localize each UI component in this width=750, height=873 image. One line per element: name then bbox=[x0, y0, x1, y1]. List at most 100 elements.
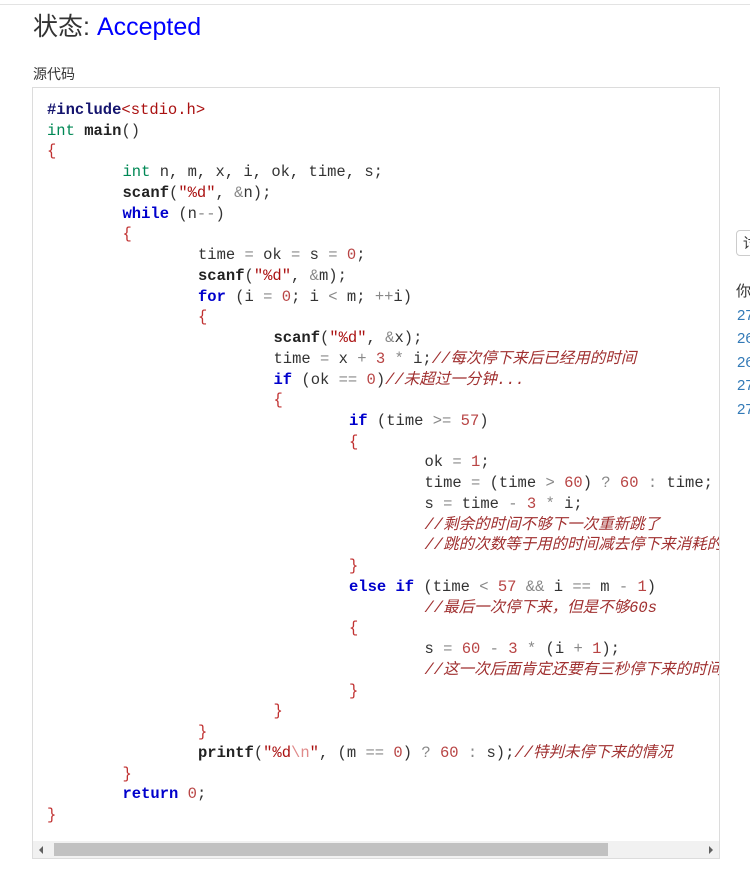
sidebar-link[interactable]: 26 bbox=[737, 351, 750, 374]
code-text: (time bbox=[414, 577, 480, 596]
number-literal: 0 bbox=[393, 743, 403, 762]
code-line: } bbox=[47, 764, 719, 785]
code-text: ; bbox=[196, 785, 207, 804]
header-name: <stdio.h> bbox=[121, 101, 206, 119]
comment: //每次停下来后已经用的时间 bbox=[431, 349, 637, 368]
comment: //特判未停下来的情况 bbox=[514, 743, 673, 762]
operator: = bbox=[328, 246, 338, 265]
sidebar-link[interactable]: 27 bbox=[737, 304, 750, 327]
operator: & bbox=[309, 266, 319, 285]
code-text: time bbox=[452, 494, 509, 513]
code-line: { bbox=[47, 307, 719, 328]
operator: >= bbox=[432, 412, 452, 431]
code-text: i) bbox=[393, 287, 413, 306]
code-text: ) bbox=[375, 370, 386, 389]
brace: } bbox=[349, 681, 359, 700]
horizontal-scrollbar[interactable] bbox=[33, 841, 719, 858]
code-line: time = (time > 60) ? 60 : time; bbox=[47, 473, 719, 494]
operator: -- bbox=[196, 204, 216, 223]
code-text: ok bbox=[424, 453, 453, 472]
code-line: //这一次后面肯定还要有三秒停下来的时间 bbox=[47, 660, 720, 681]
code-text: ; bbox=[356, 246, 366, 265]
brace: } bbox=[198, 723, 208, 742]
brace: { bbox=[198, 308, 208, 327]
scroll-left-button[interactable] bbox=[33, 841, 50, 858]
code-line: time = x + 3 * i;//每次停下来后已经用的时间 bbox=[47, 349, 719, 370]
code-line: s = 60 - 3 * (i + 1); bbox=[47, 639, 719, 660]
code-text: ) bbox=[402, 743, 422, 762]
code-text: s); bbox=[477, 743, 515, 762]
code-line: //剩余的时间不够下一次重新跳了 bbox=[47, 515, 719, 536]
code-text: ( bbox=[320, 329, 330, 348]
code-text: i; bbox=[403, 349, 432, 368]
preprocessor-directive: #include bbox=[47, 101, 122, 119]
comment: //未超过一分钟... bbox=[385, 370, 525, 389]
code-line: } bbox=[47, 701, 719, 722]
submission-status: 状态: Accepted bbox=[33, 11, 201, 43]
sidebar-link[interactable]: 26 bbox=[737, 327, 750, 350]
scrollbar-thumb[interactable] bbox=[54, 843, 608, 856]
code-text: ) bbox=[646, 577, 657, 596]
sidebar-heading: 你 bbox=[736, 283, 750, 300]
scrollbar-track[interactable] bbox=[50, 841, 702, 858]
operator: - bbox=[489, 640, 499, 659]
operator: + bbox=[357, 349, 367, 368]
operator: == bbox=[572, 577, 591, 596]
control-keyword: else if bbox=[349, 577, 415, 596]
code-text: , bbox=[215, 183, 235, 202]
code-line: { bbox=[47, 224, 719, 245]
operator: * bbox=[545, 494, 555, 513]
code-text: x); bbox=[394, 329, 423, 348]
code-line: time = ok = s = 0; bbox=[47, 245, 719, 266]
code-line: ok = 1; bbox=[47, 452, 719, 473]
number-literal: 0 bbox=[346, 246, 357, 265]
brace: { bbox=[122, 225, 132, 244]
comment: //最后一次停下来，但是不够60s bbox=[424, 598, 658, 617]
operator: ? bbox=[421, 743, 431, 762]
code-text: i bbox=[544, 577, 573, 596]
code-text: m; bbox=[337, 287, 375, 306]
brace: { bbox=[349, 432, 359, 451]
operator: = bbox=[244, 246, 254, 265]
sidebar-link[interactable]: 27 bbox=[737, 398, 750, 421]
type-keyword: int bbox=[122, 163, 151, 182]
code-line: //最后一次停下来，但是不够60s bbox=[47, 598, 719, 619]
comment: //这一次后面肯定还要有三秒停下来的时间 bbox=[424, 660, 720, 679]
scroll-right-button[interactable] bbox=[702, 841, 719, 858]
brace: } bbox=[273, 702, 283, 721]
status-value[interactable]: Accepted bbox=[97, 13, 201, 41]
code-text: time; bbox=[657, 474, 713, 493]
sidebar-link[interactable]: 27 bbox=[737, 374, 750, 397]
operator: - bbox=[618, 577, 629, 596]
code-line: int main() bbox=[47, 121, 719, 142]
code-text: ); bbox=[601, 640, 620, 659]
code-text: time bbox=[424, 474, 472, 493]
code-line: int n, m, x, i, ok, time, s; bbox=[47, 162, 719, 183]
code-text: (time bbox=[367, 412, 433, 431]
discuss-button[interactable]: 讨 bbox=[736, 230, 750, 256]
code-line: { bbox=[47, 390, 719, 411]
operator: < bbox=[328, 287, 338, 306]
brace: { bbox=[47, 142, 57, 161]
brace: } bbox=[47, 805, 57, 824]
code-text: , bbox=[291, 266, 310, 285]
code-text: (time bbox=[480, 474, 546, 493]
code-text: ) bbox=[582, 474, 602, 493]
code-text: m); bbox=[318, 266, 347, 285]
code-line: { bbox=[47, 432, 719, 453]
number-literal: 1 bbox=[471, 453, 481, 472]
string-literal: "%d bbox=[263, 743, 292, 762]
number-literal: 3 bbox=[375, 349, 386, 368]
brace: { bbox=[273, 391, 283, 410]
operator: && bbox=[525, 577, 545, 596]
code-line: while (n--) bbox=[47, 204, 719, 225]
code-text: (n bbox=[169, 204, 197, 223]
